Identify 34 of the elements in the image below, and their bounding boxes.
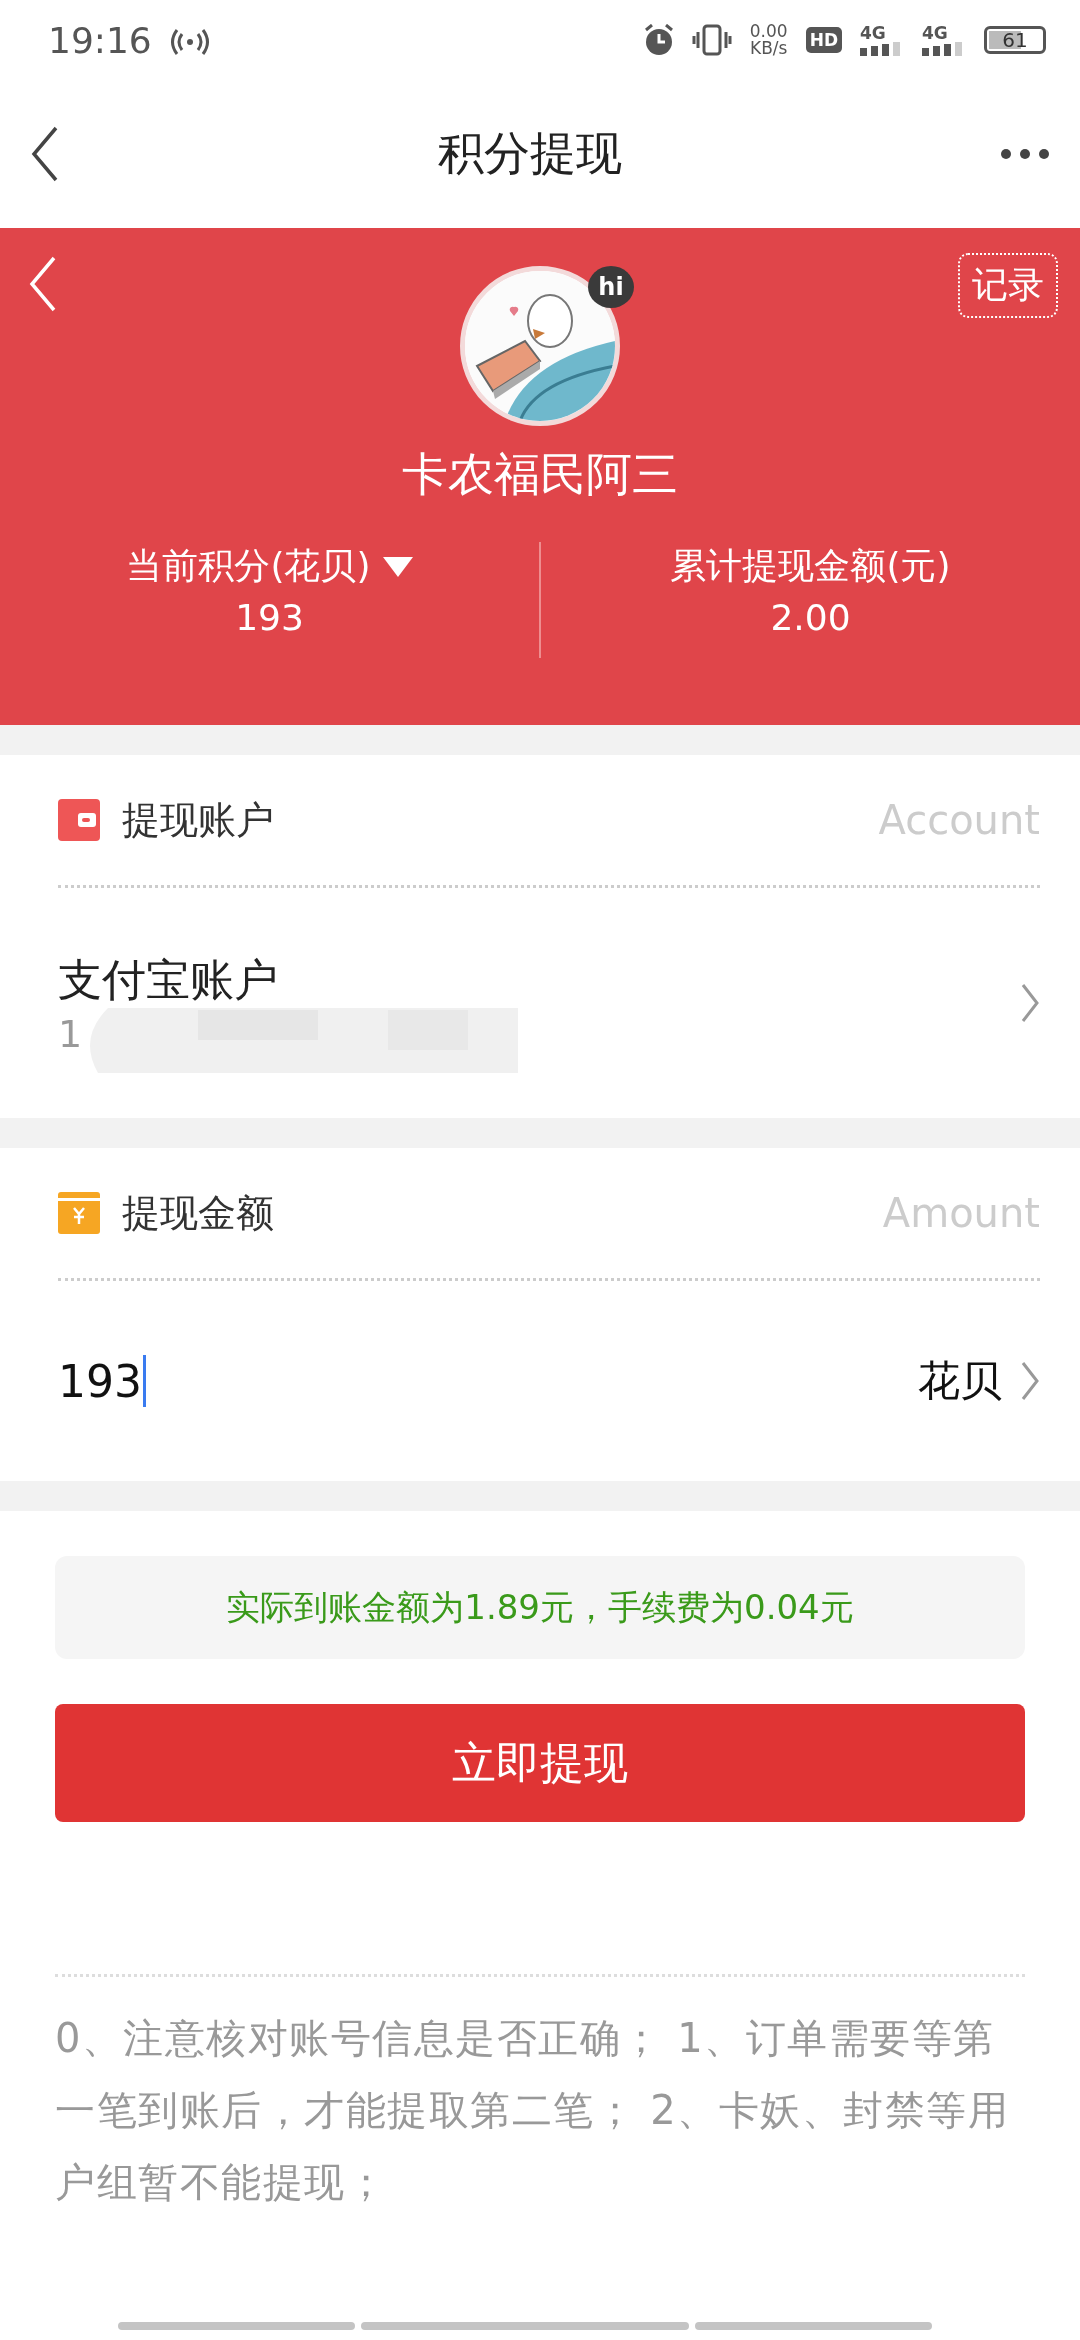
account-name: 支付宝账户 [58,952,278,1007]
vibrate-icon [691,24,732,56]
account-number: 1 [58,1011,84,1056]
records-button[interactable]: 记录 [958,253,1058,318]
back-icon[interactable] [28,256,58,312]
more-icon[interactable] [1000,148,1050,160]
net-speed-unit: KB/s [750,40,788,57]
coin-box-icon [58,1192,100,1234]
hi-badge: hi [588,266,634,308]
dropdown-icon[interactable] [382,556,413,577]
page-title: 积分提现 [438,125,622,182]
back-icon[interactable] [30,126,60,182]
chevron-icon[interactable] [1020,1361,1040,1401]
stat-value: 193 [235,597,304,640]
alarm-icon [643,24,674,56]
stat-label: 累计提现金额(元) [670,544,951,588]
section-title: 提现金额 [122,1189,274,1237]
chevron-icon[interactable] [1020,983,1040,1023]
wallet-icon [58,799,100,841]
net-speed: 0.00 [749,23,788,40]
stat-label: 当前积分(花贝) [126,544,371,588]
section-title: 提现账户 [122,796,274,844]
hd-badge: HD [805,27,842,53]
unit-label[interactable]: 花贝 [918,1353,1002,1409]
network-label: 4G [860,24,887,42]
rules-text: 0、注意核对账号信息是否正确； 1、订单需要等第一笔到账后，才能提取第二笔； 2、卡妖、封禁等用户组暂不能提现； [55,2014,1011,2207]
status-time: 19:16 [48,19,152,61]
battery-level: 61 [1002,28,1028,52]
amount-field[interactable]: 193 [58,1355,146,1407]
network-label: 4G [922,24,949,42]
stat-value: 2.00 [770,597,851,640]
user-name: 卡农福民阿三 [402,446,678,503]
withdraw-button[interactable]: 立即提现 [55,1704,1025,1822]
fee-notice: 实际到账金额为1.89元，手续费为0.04元 [55,1556,1025,1659]
